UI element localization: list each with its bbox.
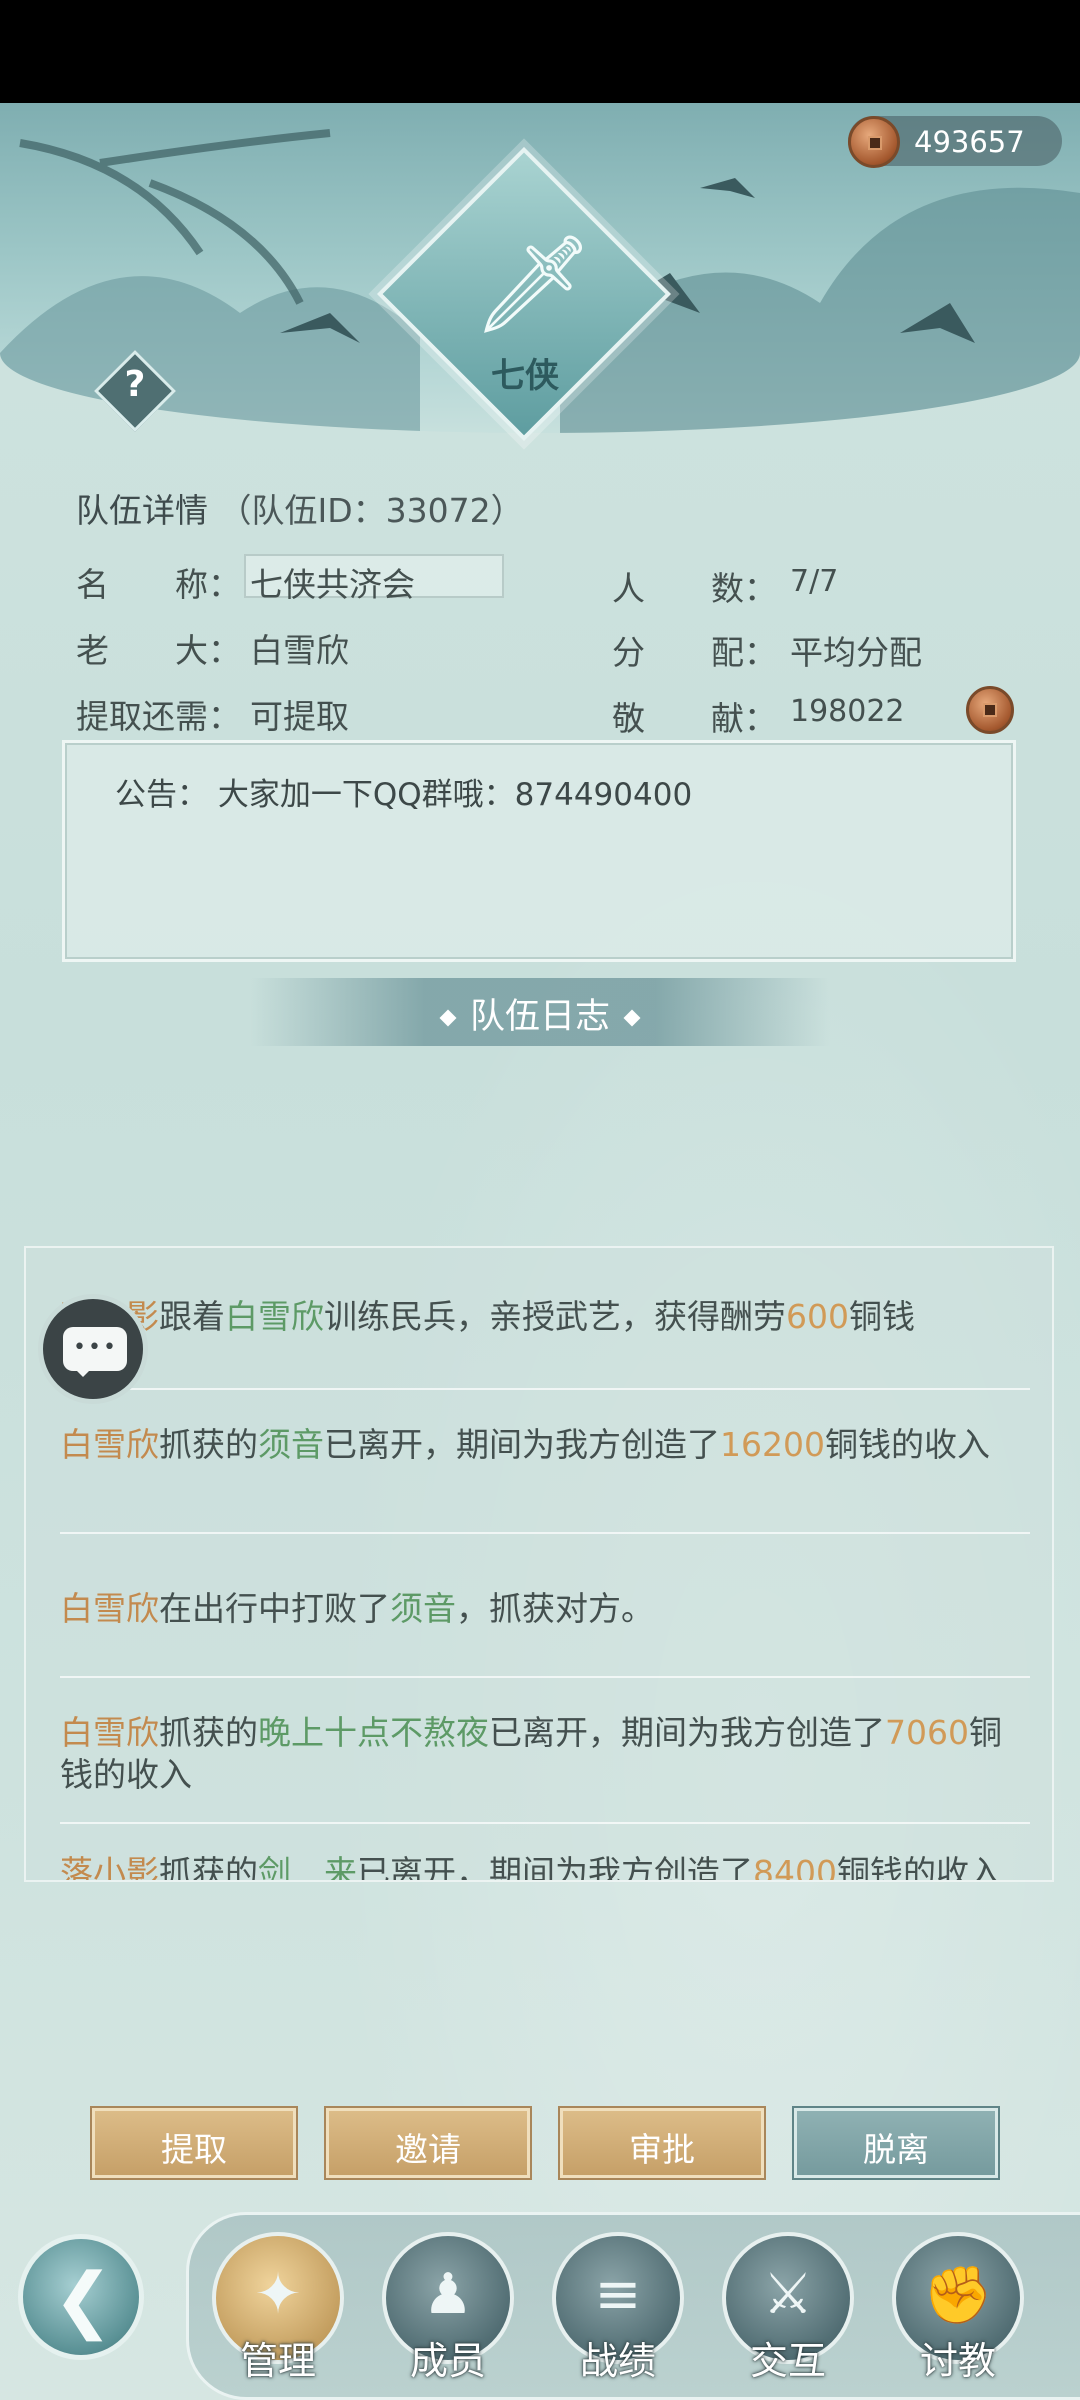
log-text: 抓获的 [159, 1853, 258, 1882]
log-text: 抓获的 [159, 1425, 258, 1464]
leave-button-label: 脱离 [863, 2130, 929, 2169]
notice-board: 公告： 大家加一下QQ群哦：874490400 [62, 740, 1016, 962]
distribution-value: 平均分配 [790, 633, 922, 672]
log-text: 铜钱 [849, 1297, 915, 1336]
log-amount: 8400 [753, 1853, 837, 1882]
title-text: 队伍详情 [76, 491, 208, 530]
log-amount: 600 [786, 1297, 849, 1336]
log-text: 跟着 [159, 1297, 225, 1336]
back-arrow-icon: ❮ [53, 2257, 114, 2341]
team-id: （队伍ID：33072） [218, 491, 524, 530]
leader-value: 白雪欣 [250, 631, 349, 670]
log-amount: 16200 [720, 1425, 825, 1464]
notice-content: 公告： 大家加一下QQ群哦：874490400 [115, 769, 692, 814]
log-player: 白雪欣 [60, 1713, 159, 1752]
nav-interact-label: 交互 [749, 2339, 826, 2383]
log-entry: 落小影跟着白雪欣训练民兵，亲授武艺，获得酬劳600铜钱 [60, 1296, 1030, 1338]
withdraw-label: 提取还需： [76, 697, 241, 736]
invite-button[interactable]: 邀请 [326, 2108, 530, 2178]
log-text: 已离开，期间为我方创造了 [324, 1425, 720, 1464]
log-text: 训练民兵，亲授武艺，获得酬劳 [324, 1297, 786, 1336]
diamond-icon [439, 1009, 457, 1027]
approve-button[interactable]: 审批 [560, 2108, 764, 2178]
log-target: 须音 [390, 1589, 456, 1628]
manage-icon: ✦ [254, 2262, 302, 2327]
notice-label: 公告： [115, 777, 208, 813]
distribution-label: 分 配： [612, 633, 777, 672]
copper-currency-display: 493657 [848, 116, 1062, 168]
question-mark-icon[interactable]: ? [106, 364, 164, 416]
nav-spar-label: 讨教 [919, 2339, 996, 2383]
copper-coin-icon [848, 116, 900, 168]
team-details-title: 队伍详情 （队伍ID：33072） [76, 484, 524, 532]
chat-button[interactable]: ••• [38, 1294, 148, 1404]
approve-button-label: 审批 [629, 2130, 695, 2169]
team-log-title-row: 队伍日志 [250, 988, 830, 1039]
log-entry: 白雪欣在出行中打败了须音，抓获对方。 [60, 1588, 1030, 1630]
sword-emblem-icon: 🗡 [472, 228, 594, 340]
team-log-list[interactable]: 落小影跟着白雪欣训练民兵，亲授武艺，获得酬劳600铜钱 白雪欣抓获的须音已离开，… [24, 1246, 1054, 1882]
log-text: 铜钱的收入 [836, 1853, 1002, 1882]
notice-text: 大家加一下QQ群哦：874490400 [217, 777, 693, 813]
log-text: 铜钱的收入 [824, 1425, 990, 1464]
nav-records-label: 战绩 [579, 2339, 656, 2383]
interact-weapon-icon: ⚔ [762, 2262, 814, 2327]
chat-dots: ••• [73, 1335, 118, 1360]
nav-manage-label: 管理 [239, 2339, 316, 2383]
log-text: 抓获的 [159, 1713, 258, 1752]
member-count-value: 7/7 [790, 564, 839, 599]
log-text: 已离开，期间为我方创造了 [357, 1853, 753, 1882]
contribution-coin-icon[interactable] [966, 686, 1014, 734]
log-divider [60, 1388, 1030, 1390]
withdraw-button[interactable]: 提取 [92, 2108, 296, 2178]
emblem-name: 七侠 [491, 356, 559, 396]
log-entry: 白雪欣抓获的晚上十点不熬夜已离开，期间为我方创造了7060铜钱的收入 [60, 1712, 1030, 1796]
leave-button[interactable]: 脱离 [794, 2108, 998, 2178]
diamond-icon [623, 1009, 641, 1027]
log-player: 落小影 [60, 1853, 159, 1882]
withdraw-value: 可提取 [250, 697, 349, 736]
log-target: 晚上十点不熬夜 [258, 1713, 489, 1752]
log-target: 剑 来 [258, 1853, 357, 1882]
team-name-value: 七侠共济会 [250, 565, 415, 604]
team-log-header: 队伍日志 [250, 978, 830, 1046]
log-player: 白雪欣 [60, 1589, 159, 1628]
log-player: 白雪欣 [60, 1425, 159, 1464]
withdraw-button-label: 提取 [161, 2130, 227, 2169]
log-text: ，抓获对方。 [456, 1589, 654, 1628]
log-divider [60, 1822, 1030, 1824]
status-bar [0, 0, 1080, 103]
nav-members-label: 成员 [409, 2339, 486, 2383]
contribution-label: 敬 献： [612, 699, 777, 738]
log-text: 在出行中打败了 [159, 1589, 390, 1628]
team-name-label: 名 称： [76, 565, 241, 604]
member-count-label: 人 数： [612, 569, 777, 608]
log-text: 已离开，期间为我方创造了 [489, 1713, 885, 1752]
log-divider [60, 1532, 1030, 1534]
team-log-title: 队伍日志 [469, 997, 610, 1037]
log-target: 须音 [258, 1425, 324, 1464]
back-button[interactable]: ❮ [18, 2234, 144, 2360]
leader-label: 老 大： [76, 631, 241, 670]
log-divider [60, 1676, 1030, 1678]
log-amount: 7060 [885, 1713, 969, 1752]
members-icon: ♟ [422, 2262, 474, 2327]
log-target: 白雪欣 [225, 1297, 324, 1336]
record-scroll-icon: ≡ [594, 2262, 642, 2327]
spar-icon: ✊ [923, 2263, 993, 2328]
invite-button-label: 邀请 [395, 2130, 461, 2169]
log-entry: 白雪欣抓获的须音已离开，期间为我方创造了16200铜钱的收入 [60, 1424, 1030, 1466]
currency-amount: 493657 [914, 125, 1025, 159]
log-entry: 落小影抓获的剑 来已离开，期间为我方创造了8400铜钱的收入 [60, 1852, 1030, 1882]
contribution-value: 198022 [790, 694, 905, 729]
